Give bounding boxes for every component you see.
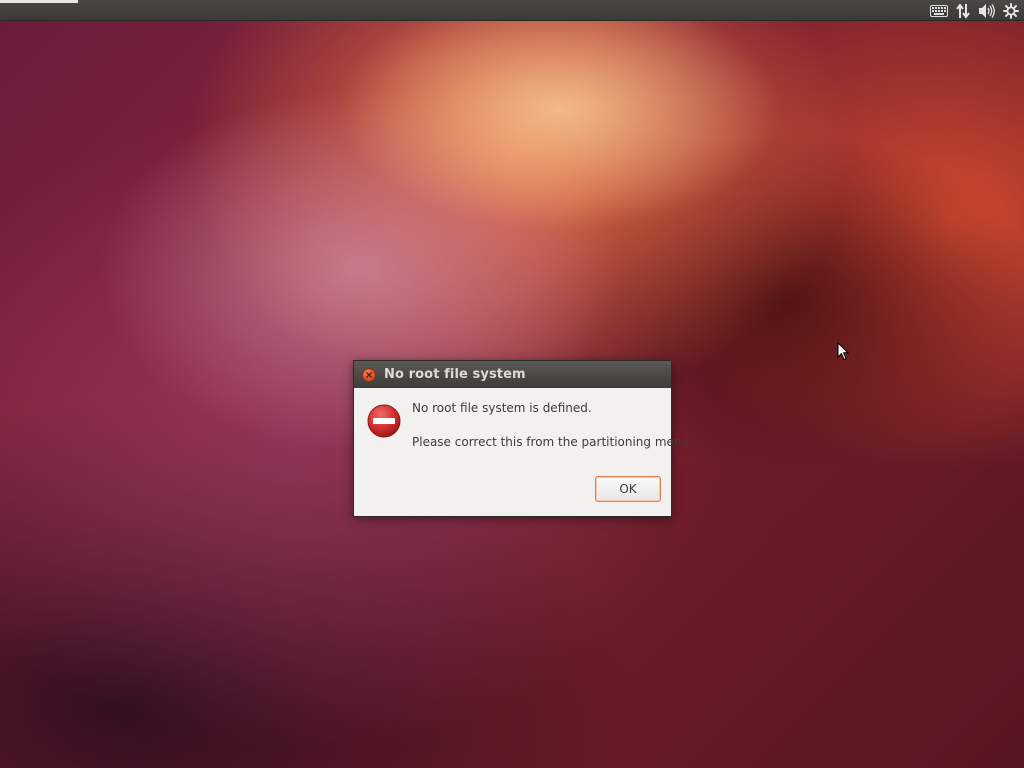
top-panel	[0, 0, 1024, 21]
desktop: No root file system No root file system …	[0, 0, 1024, 768]
error-stop-icon	[367, 404, 401, 438]
indicator-tray	[930, 1, 1020, 20]
network-arrows-icon[interactable]	[954, 2, 972, 20]
dialog-message-primary: No root file system is defined.	[412, 401, 592, 415]
panel-left-strip	[0, 0, 78, 3]
dialog-body: No root file system is defined. Please c…	[354, 388, 693, 516]
dialog-title: No root file system	[384, 367, 526, 382]
gear-icon[interactable]	[1002, 2, 1020, 20]
ok-button[interactable]: OK	[595, 476, 661, 502]
dialog-titlebar: No root file system	[354, 361, 671, 388]
keyboard-icon[interactable]	[930, 2, 948, 20]
error-dialog: No root file system No root file system …	[353, 360, 693, 517]
close-icon[interactable]	[362, 367, 376, 382]
volume-icon[interactable]	[978, 2, 996, 20]
dialog-message-secondary: Please correct this from the partitionin…	[412, 435, 693, 449]
mouse-pointer-icon	[837, 341, 850, 361]
